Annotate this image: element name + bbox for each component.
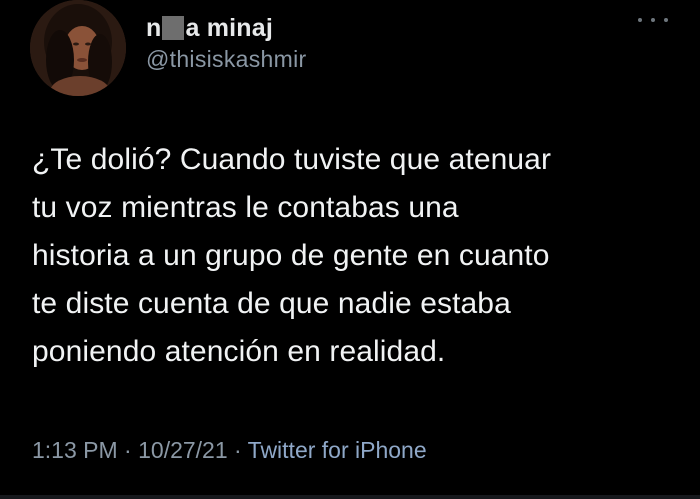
display-name-end: a minaj bbox=[185, 13, 274, 42]
display-name[interactable]: n a minaj bbox=[146, 12, 273, 44]
redaction-box bbox=[162, 16, 185, 40]
tweet-meta: 1:13 PM · 10/27/21 · Twitter for iPhone bbox=[32, 437, 427, 464]
tweet-text: ¿Te dolió? Cuando tuviste que atenuar tu… bbox=[32, 136, 682, 376]
divider bbox=[0, 495, 700, 499]
tweet-line: poniendo atención en realidad. bbox=[32, 335, 446, 368]
tweet-line: ¿Te dolió? Cuando tuviste que atenuar bbox=[32, 143, 552, 176]
avatar-image bbox=[30, 0, 126, 96]
more-dot bbox=[651, 18, 655, 22]
tweet-card: n a minaj @thisiskashmir ¿Te dolió? Cuan… bbox=[0, 0, 700, 499]
tweet-date[interactable]: 10/27/21 bbox=[138, 437, 228, 463]
display-name-start: n bbox=[146, 13, 162, 42]
tweet-line: historia a un grupo de gente en cuanto bbox=[32, 239, 550, 272]
tweet-line: te diste cuenta de que nadie estaba bbox=[32, 287, 511, 320]
more-horizontal-icon[interactable] bbox=[638, 14, 668, 26]
tweet-source-link[interactable]: Twitter for iPhone bbox=[248, 437, 427, 463]
more-dot bbox=[638, 18, 642, 22]
more-dot bbox=[664, 18, 668, 22]
tweet-time[interactable]: 1:13 PM bbox=[32, 437, 118, 463]
user-handle[interactable]: @thisiskashmir bbox=[146, 46, 306, 73]
meta-separator: · bbox=[227, 437, 248, 463]
meta-separator: · bbox=[117, 437, 139, 463]
tweet-line: tu voz mientras le contabas una bbox=[32, 191, 459, 224]
avatar[interactable] bbox=[30, 0, 126, 96]
